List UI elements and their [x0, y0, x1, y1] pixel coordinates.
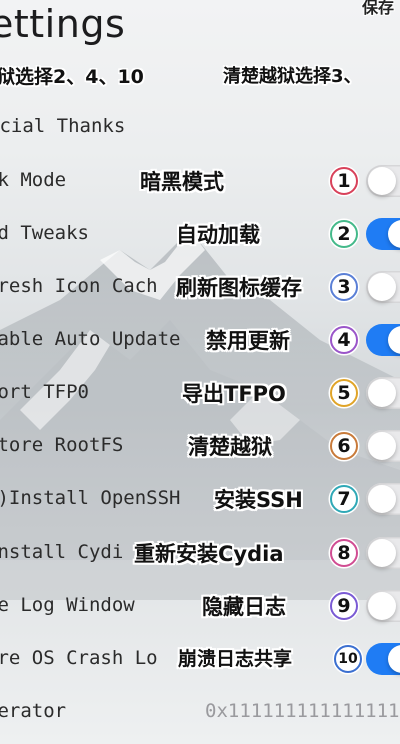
settings-row-refresh-icon-cache[interactable]: fresh Icon Cach 刷新图标缓存 3 — [0, 261, 400, 313]
row-chinese-annotation: 自动加载 — [176, 223, 260, 247]
settings-row-install-openssh[interactable]: e)Install OpenSSH 安装SSH 7 — [0, 473, 400, 525]
toggle-knob — [368, 485, 396, 513]
toggle-knob — [368, 273, 396, 301]
settings-row-reinstall-cydia[interactable]: install Cydi 重新安装Cydia 8 — [0, 527, 400, 579]
number-badge: 9 — [330, 592, 358, 620]
settings-row-load-tweaks[interactable]: ad Tweaks 自动加载 2 — [0, 208, 400, 260]
row-chinese-annotation: 安装SSH — [214, 488, 303, 512]
refresh-icon-cache-toggle[interactable] — [366, 271, 400, 303]
row-label: store RootFS — [0, 434, 124, 456]
number-badge: 5 — [330, 379, 358, 407]
generator-value-field[interactable]: 0x1111111111111111 — [205, 700, 400, 722]
row-label: rk Mode — [0, 169, 67, 191]
row-chinese-annotation: 崩溃日志共享 — [178, 648, 293, 670]
dark-mode-toggle[interactable] — [366, 165, 400, 197]
hide-log-window-toggle[interactable] — [366, 590, 400, 622]
row-chinese-annotation: 导出TFPO — [182, 382, 286, 406]
toggle-knob — [368, 539, 396, 567]
settings-row-hide-log-window[interactable]: de Log Window 隐藏日志 9 — [0, 580, 400, 632]
row-label: install Cydi — [0, 541, 124, 563]
row-label: sable Auto Update — [0, 328, 181, 350]
reinstall-cydia-toggle[interactable] — [366, 537, 400, 569]
row-label: ad Tweaks — [0, 222, 89, 244]
toggle-knob — [388, 326, 400, 354]
row-label: are OS Crash Lo — [0, 647, 158, 669]
number-badge: 3 — [330, 273, 358, 301]
row-chinese-annotation: 重新安装Cydia — [134, 542, 284, 566]
caption-right: 清楚越狱选择3、 — [223, 66, 362, 87]
settings-row-generator[interactable]: nerator 0x1111111111111111 — [0, 686, 400, 738]
number-badge: 8 — [330, 539, 358, 567]
number-badge: 2 — [330, 220, 358, 248]
settings-row-share-crash-logs[interactable]: are OS Crash Lo 崩溃日志共享 10 — [0, 633, 400, 685]
toggle-knob — [368, 167, 396, 195]
number-badge: 1 — [330, 167, 358, 195]
row-chinese-annotation: 隐藏日志 — [202, 595, 286, 619]
row-label: e)Install OpenSSH — [0, 487, 181, 509]
export-tfp0-toggle[interactable] — [366, 377, 400, 409]
number-badge: 7 — [330, 485, 358, 513]
row-label: fresh Icon Cach — [0, 275, 158, 297]
row-label: port TFP0 — [0, 381, 89, 403]
row-chinese-annotation: 暗黑模式 — [140, 170, 224, 194]
page-title: ettings — [0, 2, 126, 46]
settings-row-disable-auto-updates[interactable]: sable Auto Update 禁用更新 4 — [0, 314, 400, 366]
toggle-knob — [368, 432, 396, 460]
number-badge: 4 — [330, 326, 358, 354]
row-chinese-annotation: 清楚越狱 — [188, 435, 272, 459]
restore-rootfs-toggle[interactable] — [366, 430, 400, 462]
toggle-knob — [388, 645, 400, 673]
share-crash-logs-toggle[interactable] — [366, 643, 400, 675]
number-badge: 6 — [330, 432, 358, 460]
toggle-knob — [368, 379, 396, 407]
number-badge: 10 — [334, 645, 362, 673]
toggle-knob — [388, 220, 400, 248]
settings-row-dark-mode[interactable]: rk Mode 暗黑模式 1 — [0, 155, 400, 207]
load-tweaks-toggle[interactable] — [366, 218, 400, 250]
row-chinese-annotation: 禁用更新 — [206, 329, 290, 353]
caption-left: 狱选择2、4、10 — [0, 66, 144, 88]
install-openssh-toggle[interactable] — [366, 483, 400, 515]
save-text[interactable]: 保存 — [362, 0, 394, 18]
generator-label: nerator — [0, 700, 67, 722]
row-chinese-annotation: 刷新图标缓存 — [176, 276, 302, 300]
settings-row-restore-rootfs[interactable]: store RootFS 清楚越狱 6 — [0, 420, 400, 472]
toggle-knob — [368, 592, 396, 620]
disable-auto-updates-toggle[interactable] — [366, 324, 400, 356]
row-label: de Log Window — [0, 594, 135, 616]
settings-row-export-tfp0[interactable]: port TFP0 导出TFPO 5 — [0, 367, 400, 419]
special-thanks-link[interactable]: ecial Thanks — [0, 115, 125, 137]
